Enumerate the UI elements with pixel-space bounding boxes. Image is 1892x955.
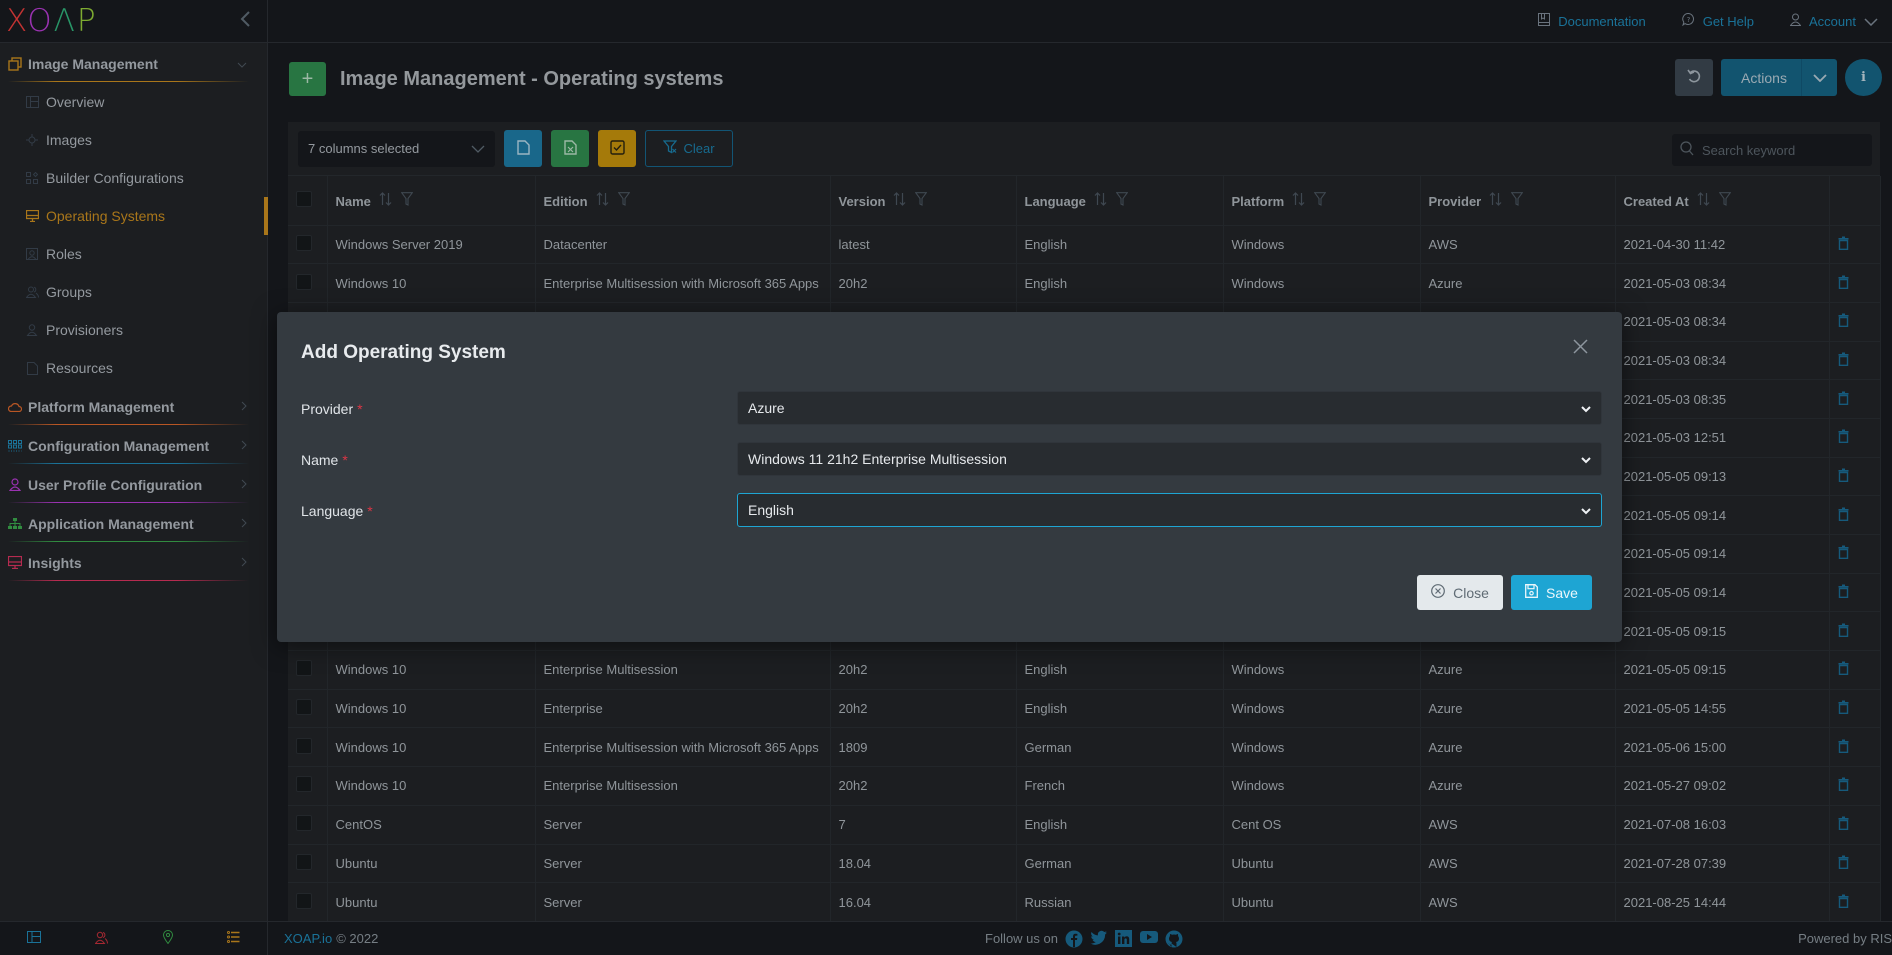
close-icon[interactable] xyxy=(1573,339,1588,357)
language-form-row: Language * English xyxy=(301,493,1602,529)
required-asterisk: * xyxy=(367,503,373,519)
provider-form-row: Provider * Azure xyxy=(301,391,1602,427)
required-asterisk: * xyxy=(342,452,348,468)
language-select[interactable]: English xyxy=(737,493,1602,527)
name-label: Name * xyxy=(301,452,348,468)
modal-title: Add Operating System xyxy=(301,342,506,363)
add-operating-system-modal: Add Operating System Provider * Azure Nam… xyxy=(277,312,1622,642)
language-label: Language * xyxy=(301,503,373,519)
save-button-label: Save xyxy=(1546,584,1578,601)
language-select-value: English xyxy=(748,502,794,518)
modal-footer: Close Save xyxy=(1417,575,1592,610)
save-disk-icon xyxy=(1525,584,1538,601)
name-label-text: Name xyxy=(301,452,339,468)
chevron-down-icon xyxy=(1581,451,1591,467)
provider-select-value: Azure xyxy=(748,400,785,416)
close-button-label: Close xyxy=(1453,584,1489,601)
provider-label-text: Provider xyxy=(301,401,354,417)
provider-label: Provider * xyxy=(301,401,363,417)
chevron-down-icon xyxy=(1581,502,1591,518)
close-circle-icon xyxy=(1431,584,1445,601)
name-select[interactable]: Windows 11 21h2 Enterprise Multisession xyxy=(737,442,1602,476)
required-asterisk: * xyxy=(357,401,363,417)
chevron-down-icon xyxy=(1581,400,1591,416)
name-form-row: Name * Windows 11 21h2 Enterprise Multise… xyxy=(301,442,1602,478)
name-select-value: Windows 11 21h2 Enterprise Multisession xyxy=(748,451,1007,467)
close-button[interactable]: Close xyxy=(1417,575,1503,610)
provider-select[interactable]: Azure xyxy=(737,391,1602,425)
save-button[interactable]: Save xyxy=(1511,575,1592,610)
language-label-text: Language xyxy=(301,503,364,519)
